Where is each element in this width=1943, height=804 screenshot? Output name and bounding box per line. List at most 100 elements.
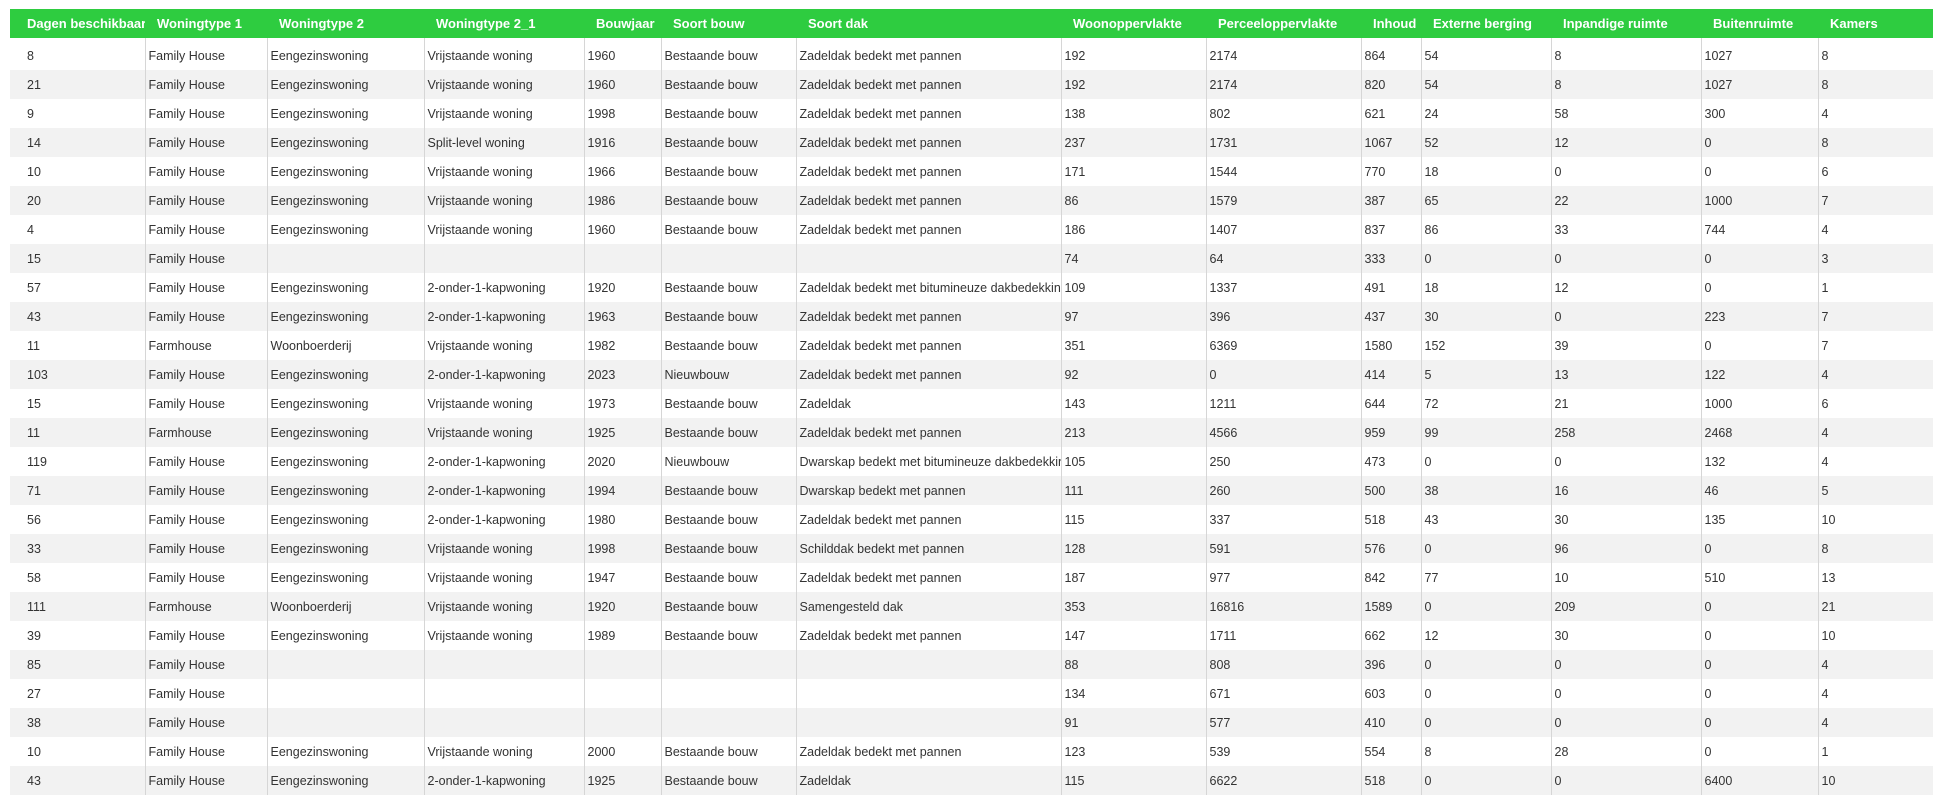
table-cell: 576 — [1361, 534, 1422, 563]
table-cell: Zadeldak bedekt met pannen — [796, 563, 1062, 592]
table-cell: Bestaande bouw — [661, 534, 797, 563]
column-header[interactable]: Inhoud — [1361, 9, 1421, 38]
table-cell: 96 — [1551, 534, 1702, 563]
column-header[interactable]: Externe berging — [1421, 9, 1551, 38]
table-cell: 2000 — [584, 737, 662, 766]
table-row[interactable]: 111 Farmhouse Woonboerderij Vrijstaande won… — [10, 592, 1933, 621]
column-header[interactable]: Soort dak — [796, 9, 1061, 38]
table-cell: 1711 — [1206, 621, 1362, 650]
table-row[interactable]: 10 Family House Eengezinswoning Vrijstaande… — [10, 157, 1933, 186]
table-cell: 21 — [1551, 389, 1702, 418]
column-header[interactable]: Perceeloppervlakte — [1206, 9, 1361, 38]
column-header[interactable]: Woningtype 1 — [145, 9, 267, 38]
table-cell: 143 — [1061, 389, 1207, 418]
table-row[interactable]: 85 Family House 88 808 396 0 0 0 4 — [10, 650, 1933, 679]
table-row[interactable]: 57 Family House Eengezinswoning 2-onder-1-k… — [10, 273, 1933, 302]
table-cell — [796, 679, 1062, 708]
table-row[interactable]: 43 Family House Eengezinswoning 2-onder-1-k… — [10, 302, 1933, 331]
table-cell: Schilddak bedekt met pannen — [796, 534, 1062, 563]
table-cell: 820 — [1361, 70, 1422, 99]
table-cell: 621 — [1361, 99, 1422, 128]
table-cell: 0 — [1421, 592, 1552, 621]
table-cell: 2-onder-1-kapwoning — [424, 273, 585, 302]
table-cell: 0 — [1701, 273, 1819, 302]
table-cell: 11 — [10, 418, 146, 447]
table-cell: 8 — [1818, 70, 1933, 99]
table-cell: 2468 — [1701, 418, 1819, 447]
table-cell: Farmhouse — [145, 331, 268, 360]
table-cell: Bestaande bouw — [661, 99, 797, 128]
table-cell: 2-onder-1-kapwoning — [424, 476, 585, 505]
table-row[interactable]: 58 Family House Eengezinswoning Vrijstaande… — [10, 563, 1933, 592]
table-cell: Zadeldak — [796, 766, 1062, 795]
table-cell: 0 — [1551, 244, 1702, 273]
table-cell: Samengesteld dak — [796, 592, 1062, 621]
table-cell: 13 — [1818, 563, 1933, 592]
table-row[interactable]: 38 Family House 91 577 410 0 0 0 4 — [10, 708, 1933, 737]
table-cell: 554 — [1361, 737, 1422, 766]
column-header[interactable]: Bouwjaar — [584, 9, 661, 38]
table-cell: 0 — [1701, 708, 1819, 737]
data-table: Dagen beschikbaar Woningtype 1 Woningtype … — [10, 9, 1933, 795]
table-cell: 128 — [1061, 534, 1207, 563]
table-cell: 6 — [1818, 389, 1933, 418]
table-row[interactable]: 33 Family House Eengezinswoning Vrijstaande… — [10, 534, 1933, 563]
table-cell: 4 — [1818, 418, 1933, 447]
table-cell: 33 — [1551, 215, 1702, 244]
table-cell: Eengezinswoning — [267, 360, 425, 389]
table-cell: 30 — [1421, 302, 1552, 331]
table-row[interactable]: 39 Family House Eengezinswoning Vrijstaande… — [10, 621, 1933, 650]
table-cell — [584, 650, 662, 679]
table-cell: Eengezinswoning — [267, 186, 425, 215]
table-cell: Bestaande bouw — [661, 476, 797, 505]
column-header[interactable]: Soort bouw — [661, 9, 796, 38]
table-cell: Vrijstaande woning — [424, 215, 585, 244]
table-cell: Family House — [145, 302, 268, 331]
column-header[interactable]: Inpandige ruimte — [1551, 9, 1701, 38]
table-row[interactable]: 11 Farmhouse Eengezinswoning Vrijstaande wo… — [10, 418, 1933, 447]
table-cell: 0 — [1551, 650, 1702, 679]
table-row[interactable]: 4 Family House Eengezinswoning Vrijstaande … — [10, 215, 1933, 244]
table-row[interactable]: 8 Family House Eengezinswoning Vrijstaande … — [10, 38, 1933, 70]
table-row[interactable]: 119 Family House Eengezinswoning 2-onder-1-… — [10, 447, 1933, 476]
table-row[interactable]: 27 Family House 134 671 603 0 0 0 4 — [10, 679, 1933, 708]
table-row[interactable]: 21 Family House Eengezinswoning Vrijstaande… — [10, 70, 1933, 99]
table-cell: Eengezinswoning — [267, 157, 425, 186]
table-cell: 577 — [1206, 708, 1362, 737]
table-row[interactable]: 43 Family House Eengezinswoning 2-onder-1-k… — [10, 766, 1933, 795]
table-row[interactable]: 11 Farmhouse Woonboerderij Vrijstaande woni… — [10, 331, 1933, 360]
table-cell: 91 — [1061, 708, 1207, 737]
table-cell: 0 — [1701, 331, 1819, 360]
table-cell: 0 — [1701, 128, 1819, 157]
table-row[interactable]: 14 Family House Eengezinswoning Split-level… — [10, 128, 1933, 157]
column-header[interactable]: Woningtype 2_1 — [424, 9, 584, 38]
column-header[interactable]: Dagen beschikbaar — [10, 9, 145, 38]
table-cell: Family House — [145, 389, 268, 418]
table-cell: 115 — [1061, 766, 1207, 795]
table-cell — [424, 708, 585, 737]
table-row[interactable]: 15 Family House Eengezinswoning Vrijstaande… — [10, 389, 1933, 418]
table-cell: 1407 — [1206, 215, 1362, 244]
column-header[interactable]: Buitenruimte — [1701, 9, 1818, 38]
table-row[interactable]: 10 Family House Eengezinswoning Vrijstaande… — [10, 737, 1933, 766]
table-cell: 20 — [10, 186, 146, 215]
table-cell: 1960 — [584, 38, 662, 70]
column-header[interactable]: Woningtype 2 — [267, 9, 424, 38]
column-header[interactable]: Kamers — [1818, 9, 1933, 38]
table-row[interactable]: 71 Family House Eengezinswoning 2-onder-1-k… — [10, 476, 1933, 505]
table-row[interactable]: 9 Family House Eengezinswoning Vrijstaande … — [10, 99, 1933, 128]
table-row[interactable]: 20 Family House Eengezinswoning Vrijstaande… — [10, 186, 1933, 215]
table-cell: Bestaande bouw — [661, 70, 797, 99]
column-header[interactable]: Woonoppervlakte — [1061, 9, 1206, 38]
table-cell: 10 — [10, 157, 146, 186]
table-cell: 12 — [1421, 621, 1552, 650]
table-cell: 959 — [1361, 418, 1422, 447]
table-row[interactable]: 15 Family House 74 64 333 0 0 0 3 — [10, 244, 1933, 273]
table-cell: 671 — [1206, 679, 1362, 708]
table-row[interactable]: 56 Family House Eengezinswoning 2-onder-1-k… — [10, 505, 1933, 534]
table-row[interactable]: 103 Family House Eengezinswoning 2-onder-1-… — [10, 360, 1933, 389]
table-cell: 187 — [1061, 563, 1207, 592]
table-cell — [661, 679, 797, 708]
table-cell: Bestaande bouw — [661, 331, 797, 360]
table-cell: Vrijstaande woning — [424, 186, 585, 215]
